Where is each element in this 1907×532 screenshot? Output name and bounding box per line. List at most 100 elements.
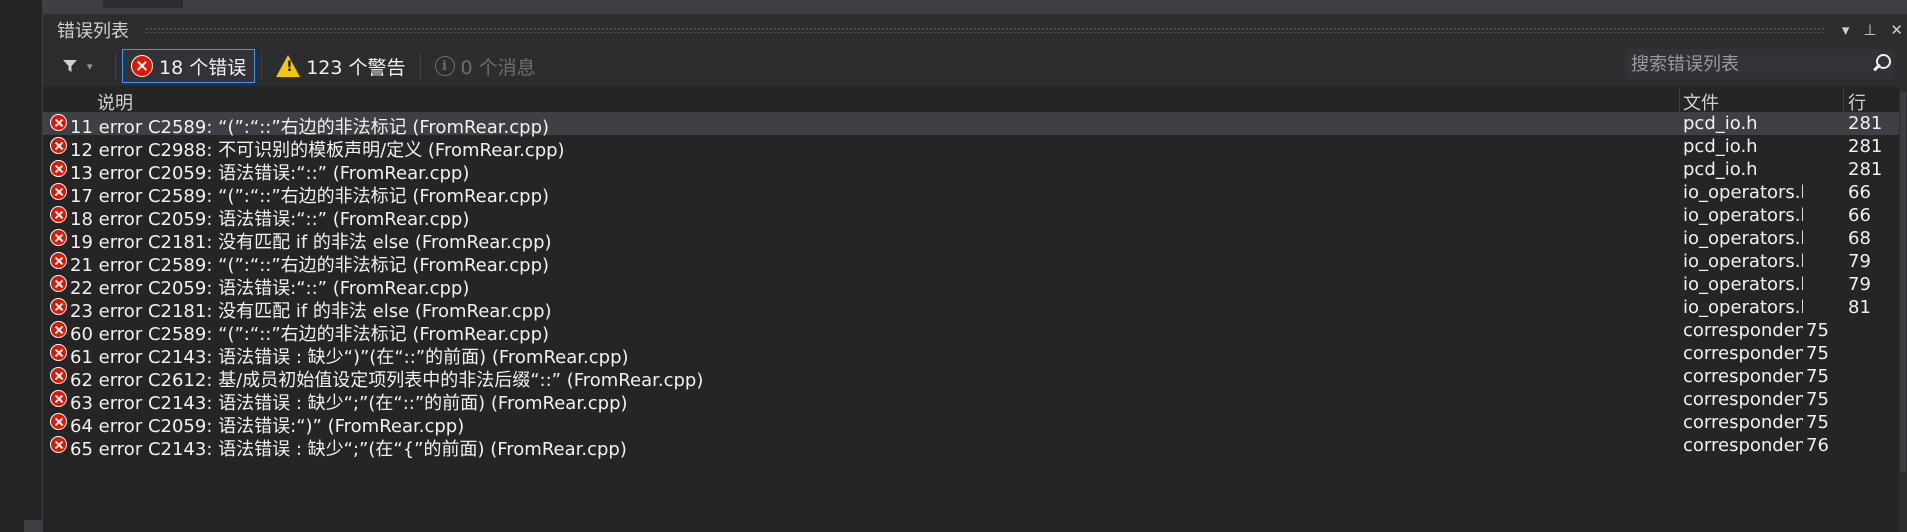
error-icon bbox=[50, 275, 67, 292]
errors-toggle-button[interactable]: 18 个错误 bbox=[122, 49, 256, 83]
table-row[interactable]: 11 error C2589: “(”:“::”右边的非法标记 (FromRea… bbox=[43, 112, 1907, 138]
warnings-toggle-button[interactable]: ! 123 个警告 bbox=[268, 49, 413, 83]
table-row[interactable]: 21 error C2589: “(”:“::”右边的非法标记 (FromRea… bbox=[43, 250, 1907, 276]
title-grip[interactable] bbox=[145, 27, 1826, 33]
table-row[interactable]: 60 error C2589: “(”:“::”右边的非法标记 (FromRea… bbox=[43, 319, 1907, 345]
top-tab[interactable] bbox=[103, 0, 183, 8]
row-file: pcd_io.h bbox=[1683, 113, 1758, 134]
row-file: correspondence.l bbox=[1683, 412, 1803, 433]
row-line: 79 bbox=[1848, 251, 1871, 272]
row-file: io_operators.h bbox=[1683, 251, 1803, 272]
row-line: 75 bbox=[1806, 412, 1829, 433]
messages-count-label: 0 个消息 bbox=[460, 56, 536, 79]
row-line: 75 bbox=[1806, 320, 1829, 341]
row-file: io_operators.h bbox=[1683, 182, 1803, 203]
table-row[interactable]: 62 error C2612: 基/成员初始值设定项列表中的非法后缀“::” (… bbox=[43, 365, 1907, 391]
error-icon bbox=[50, 413, 67, 430]
error-icon bbox=[50, 367, 67, 384]
row-line: 81 bbox=[1848, 297, 1871, 318]
row-file: correspondence.l bbox=[1683, 435, 1803, 456]
table-row[interactable]: 17 error C2589: “(”:“::”右边的非法标记 (FromRea… bbox=[43, 181, 1907, 207]
toolbar: ▾ 18 个错误 ! 123 个警告 i 0 个消息 bbox=[43, 46, 1907, 86]
search-box bbox=[1625, 49, 1895, 79]
search-icon[interactable] bbox=[1869, 52, 1893, 76]
left-gutter bbox=[0, 0, 43, 532]
column-resize-handle[interactable] bbox=[1679, 88, 1680, 112]
error-icon bbox=[50, 298, 67, 315]
row-line: 66 bbox=[1848, 205, 1871, 226]
error-icon bbox=[50, 206, 67, 223]
row-line: 79 bbox=[1848, 274, 1871, 295]
error-icon bbox=[50, 229, 67, 246]
pin-icon[interactable]: ⊥ bbox=[1863, 21, 1876, 39]
table-row[interactable]: 19 error C2181: 没有匹配 if 的非法 else (FromRe… bbox=[43, 227, 1907, 253]
row-message: 语法错误 : 缺少“;”(在“{”的前面) (FromRear.cpp) bbox=[218, 439, 627, 460]
table-row[interactable]: 18 error C2059: 语法错误:“::” (FromRear.cpp)… bbox=[43, 204, 1907, 230]
row-file: correspondence.l bbox=[1683, 343, 1803, 364]
scrollbar-thumb[interactable] bbox=[1900, 92, 1906, 472]
table-row[interactable]: 12 error C2988: 不可识别的模板声明/定义 (FromRear.c… bbox=[43, 135, 1907, 161]
row-file: correspondence.l bbox=[1683, 366, 1803, 387]
row-file: io_operators.h bbox=[1683, 297, 1803, 318]
row-line: 76 bbox=[1806, 435, 1829, 456]
row-file: correspondence.l bbox=[1683, 320, 1803, 341]
warnings-count-label: 123 个警告 bbox=[306, 56, 406, 79]
info-icon: i bbox=[434, 56, 455, 76]
table-row[interactable]: 63 error C2143: 语法错误 : 缺少“;”(在“::”的前面) (… bbox=[43, 388, 1907, 414]
filter-button[interactable]: ▾ bbox=[63, 59, 109, 73]
warning-icon: ! bbox=[276, 55, 301, 77]
error-icon bbox=[131, 55, 153, 77]
row-line: 75 bbox=[1806, 366, 1829, 387]
dropdown-arrow-icon[interactable]: ▾ bbox=[1842, 21, 1850, 39]
table-row[interactable]: 65 error C2143: 语法错误 : 缺少“;”(在“{”的前面) (F… bbox=[43, 434, 1907, 460]
table-row[interactable]: 22 error C2059: 语法错误:“::” (FromRear.cpp)… bbox=[43, 273, 1907, 299]
row-line: 281 bbox=[1848, 113, 1883, 134]
error-icon bbox=[50, 390, 67, 407]
row-file: pcd_io.h bbox=[1683, 136, 1758, 157]
table-header: 说明 文件 行 bbox=[43, 88, 1907, 114]
messages-toggle-button[interactable]: i 0 个消息 bbox=[427, 49, 544, 83]
title-bar: 错误列表 ▾ ⊥ ✕ bbox=[43, 14, 1907, 46]
error-icon bbox=[50, 114, 67, 131]
row-file: io_operators.h bbox=[1683, 228, 1803, 249]
top-strip bbox=[43, 0, 1907, 14]
search-input[interactable] bbox=[1625, 52, 1869, 76]
chevron-down-icon: ▾ bbox=[87, 59, 93, 73]
error-icon bbox=[50, 321, 67, 338]
table-row[interactable]: 23 error C2181: 没有匹配 if 的非法 else (FromRe… bbox=[43, 296, 1907, 322]
error-list-window: 错误列表 ▾ ⊥ ✕ ▾ 18 个错误 ! 123 个警告 i 0 个消息 搜索… bbox=[0, 0, 1907, 532]
row-line: 75 bbox=[1806, 389, 1829, 410]
vertical-scrollbar[interactable] bbox=[1899, 46, 1907, 532]
row-line: 68 bbox=[1848, 228, 1871, 249]
row-error-code: error C2143 bbox=[98, 439, 207, 460]
gutter-tab[interactable] bbox=[24, 520, 42, 532]
toolbar-separator bbox=[261, 52, 263, 80]
row-description: 65 error C2143: 语法错误 : 缺少“;”(在“{”的前面) (F… bbox=[70, 439, 627, 460]
row-line: 75 bbox=[1806, 343, 1829, 364]
errors-count-label: 18 个错误 bbox=[159, 56, 247, 79]
close-icon[interactable]: ✕ bbox=[1890, 21, 1903, 39]
row-file: pcd_io.h bbox=[1683, 159, 1758, 180]
row-file: io_operators.h bbox=[1683, 205, 1803, 226]
row-line: 281 bbox=[1848, 136, 1883, 157]
table-row[interactable]: 13 error C2059: 语法错误:“::” (FromRear.cpp)… bbox=[43, 158, 1907, 184]
column-resize-handle[interactable] bbox=[1843, 88, 1844, 112]
row-file: correspondence.l bbox=[1683, 389, 1803, 410]
table-row[interactable]: 64 error C2059: 语法错误:“)” (FromRear.cpp) c… bbox=[43, 411, 1907, 437]
error-rows: 11 error C2589: “(”:“::”右边的非法标记 (FromRea… bbox=[43, 112, 1907, 460]
row-line: 66 bbox=[1848, 182, 1871, 203]
error-list-panel: 错误列表 ▾ ⊥ ✕ ▾ 18 个错误 ! 123 个警告 i 0 个消息 搜索… bbox=[43, 14, 1907, 532]
error-icon bbox=[50, 137, 67, 154]
error-icon bbox=[50, 344, 67, 361]
row-file: io_operators.h bbox=[1683, 274, 1803, 295]
panel-title: 错误列表 bbox=[57, 21, 129, 42]
row-id: 65 bbox=[70, 439, 93, 460]
error-icon bbox=[50, 252, 67, 269]
row-line: 281 bbox=[1848, 159, 1883, 180]
error-icon bbox=[50, 160, 67, 177]
filter-icon bbox=[63, 60, 77, 72]
toolbar-separator bbox=[115, 52, 116, 80]
table-row[interactable]: 61 error C2143: 语法错误 : 缺少“)”(在“::”的前面) (… bbox=[43, 342, 1907, 368]
title-actions: ▾ ⊥ ✕ bbox=[1842, 21, 1903, 39]
toolbar-separator bbox=[419, 52, 421, 80]
